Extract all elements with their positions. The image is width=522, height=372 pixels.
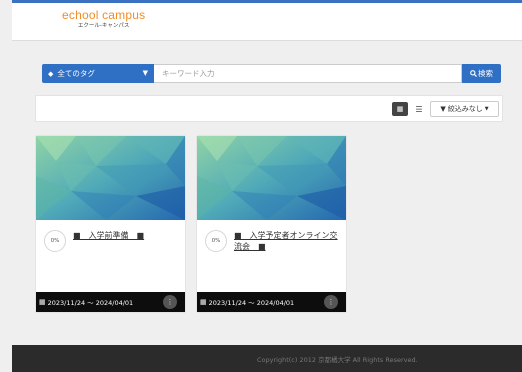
course-cover-image bbox=[36, 136, 185, 220]
course-title-link[interactable]: ■ 入学予定者オンライン交流会 ■ bbox=[234, 230, 340, 252]
search-icon bbox=[470, 70, 477, 77]
more-options-button[interactable]: ⋮ bbox=[324, 295, 338, 309]
view-toolbar: ▦ ☰ ▼ 絞込みなし ▼ bbox=[35, 95, 503, 122]
card-footer: ▦ 2023/11/24 ～ 2024/04/01 ⋮ bbox=[197, 292, 346, 312]
calendar-icon: ▦ bbox=[39, 298, 46, 306]
search-button[interactable]: 検索 bbox=[462, 64, 501, 83]
caret-down-icon: ▼ bbox=[484, 106, 489, 112]
tag-icon: ◆ bbox=[48, 69, 54, 78]
progress-indicator: 0% bbox=[205, 230, 227, 252]
filter-dropdown[interactable]: ▼ 絞込みなし ▼ bbox=[430, 101, 499, 117]
course-title-link[interactable]: ■ 入学前準備 ■ bbox=[73, 230, 179, 241]
logo-subtitle: エクール-キャンパス bbox=[77, 23, 130, 29]
logo[interactable]: echool campus エクール-キャンパス bbox=[62, 9, 145, 30]
tag-select[interactable]: ◆ 全てのタグ ▼ bbox=[42, 64, 154, 83]
filter-icon: ▼ bbox=[440, 105, 446, 113]
list-icon: ☰ bbox=[415, 104, 423, 114]
header: echool campus エクール-キャンパス bbox=[12, 3, 522, 41]
list-view-button[interactable]: ☰ bbox=[412, 102, 426, 116]
search-button-label: 検索 bbox=[478, 69, 493, 78]
copyright-text: Copyright(c) 2012 京都橘大学 All Rights Reser… bbox=[257, 356, 418, 364]
page-footer: Copyright(c) 2012 京都橘大学 All Rights Reser… bbox=[12, 345, 522, 372]
card-footer: ▦ 2023/11/24 ～ 2024/04/01 ⋮ bbox=[36, 292, 185, 312]
grid-view-button[interactable]: ▦ bbox=[392, 102, 408, 116]
search-bar: ◆ 全てのタグ ▼ 検索 bbox=[42, 64, 501, 83]
kebab-menu-icon: ⋮ bbox=[327, 298, 335, 306]
logo-title: echool campus bbox=[62, 8, 146, 22]
course-card[interactable]: 0% ■ 入学前準備 ■ ▦ 2023/11/24 ～ 2024/04/01 ⋮ bbox=[36, 136, 185, 312]
caret-down-icon: ▼ bbox=[142, 69, 148, 77]
tag-select-label: 全てのタグ bbox=[57, 69, 95, 78]
course-period: 2023/11/24 ～ 2024/04/01 bbox=[47, 299, 134, 307]
filter-label: 絞込みなし bbox=[447, 105, 483, 113]
grid-icon: ▦ bbox=[396, 105, 404, 113]
course-card[interactable]: 0% ■ 入学予定者オンライン交流会 ■ ▦ 2023/11/24 ～ 2024… bbox=[197, 136, 346, 312]
more-options-button[interactable]: ⋮ bbox=[163, 295, 177, 309]
kebab-menu-icon: ⋮ bbox=[166, 298, 174, 306]
calendar-icon: ▦ bbox=[200, 298, 207, 306]
keyword-input[interactable] bbox=[154, 64, 462, 83]
course-period: 2023/11/24 ～ 2024/04/01 bbox=[208, 299, 295, 307]
course-cover-image bbox=[197, 136, 346, 220]
progress-indicator: 0% bbox=[44, 230, 66, 252]
